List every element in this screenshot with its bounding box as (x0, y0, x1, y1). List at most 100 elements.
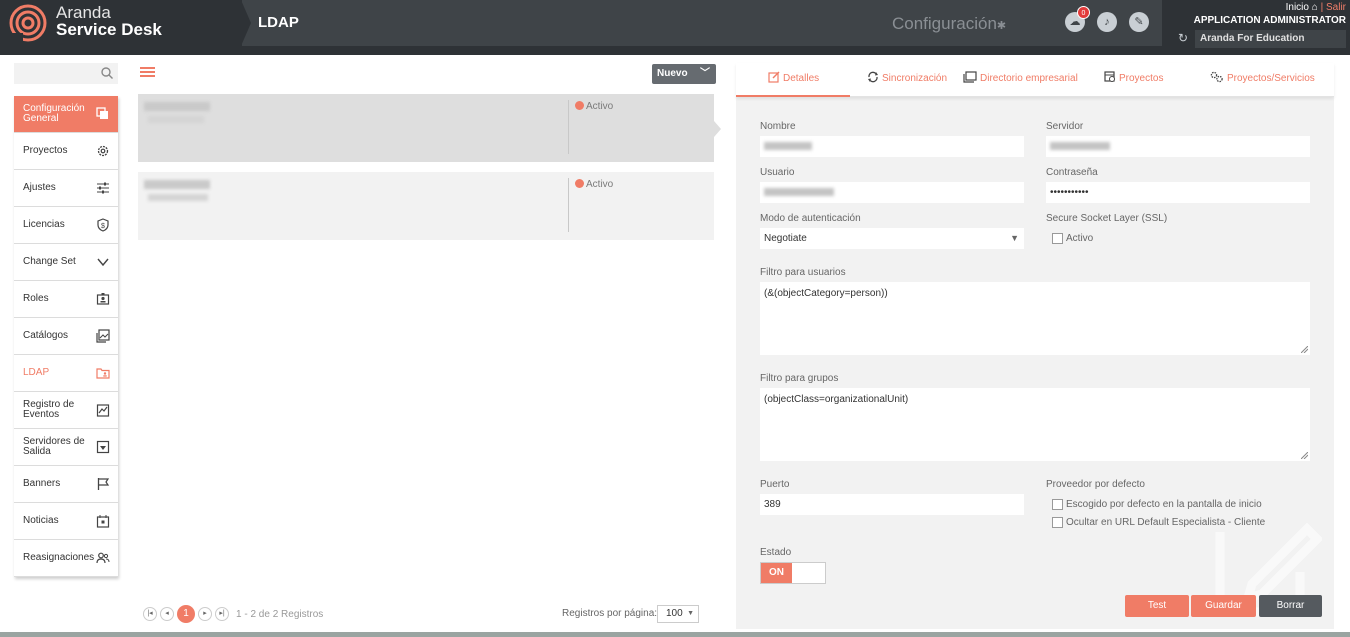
sidebar-item-banners[interactable]: Banners (14, 466, 118, 503)
magic-wand-icon[interactable]: ✎ (1129, 12, 1149, 32)
flag-icon (97, 478, 110, 490)
dropdown-arrow-icon: ▼ (687, 610, 694, 617)
usuario-field[interactable] (760, 182, 1024, 203)
checkbox-box[interactable] (1052, 233, 1063, 244)
folder-user-icon (96, 368, 110, 379)
per-page-label: Registros por página: (562, 608, 658, 619)
sidebar-item-catalogos[interactable]: Catálogos (14, 318, 118, 355)
page-title: LDAP (258, 14, 299, 31)
puerto-field[interactable]: 389 (760, 494, 1024, 515)
sidebar-item-noticias[interactable]: Noticias (14, 503, 118, 540)
proveedor-default-checkbox[interactable]: Escogido por defecto en la pantalla de i… (1052, 499, 1262, 510)
edit-icon (768, 71, 780, 83)
gear-icon: ✱ (996, 20, 1007, 32)
sidebar-item-change-set[interactable]: Change Set (14, 244, 118, 281)
project-icon (1104, 71, 1115, 82)
estado-toggle[interactable]: ON (760, 562, 826, 584)
pagination: |◂ ◂ 1 ▸ ▸| 1 - 2 de 2 Registros (143, 605, 323, 623)
hamburger-menu-icon[interactable] (140, 67, 155, 78)
bell-icon[interactable]: ♪ (1097, 12, 1117, 32)
nombre-field[interactable] (760, 136, 1024, 157)
gallery-icon (96, 329, 110, 343)
sidebar-item-configuracion-general[interactable]: Configuración General (14, 96, 118, 133)
top-header: Aranda Service Desk LDAP Configuración✱ … (0, 0, 1350, 55)
proveedor-label: Proveedor por defecto (1046, 479, 1145, 490)
id-badge-icon (96, 293, 110, 305)
tab-sincronizacion[interactable]: Sincronización (867, 63, 947, 97)
resize-grip-icon[interactable] (1301, 346, 1308, 353)
cloud-upload-icon[interactable]: ☁ 0 (1065, 6, 1090, 32)
tab-directorio-empresarial[interactable]: Directorio empresarial (963, 63, 1078, 97)
list-item[interactable]: Activo (138, 94, 714, 162)
servidor-field[interactable] (1046, 136, 1310, 157)
search-icon[interactable] (100, 66, 114, 80)
detail-tabs: Detalles Sincronización Directorio empre… (736, 63, 1334, 97)
sidebar-item-ajustes[interactable]: Ajustes (14, 170, 118, 207)
ssl-checkbox[interactable]: Activo (1052, 233, 1093, 244)
ssl-label: Secure Socket Layer (SSL) (1046, 213, 1168, 224)
last-page-button[interactable]: ▸| (215, 607, 229, 621)
notification-badge: 0 (1077, 6, 1090, 19)
current-page[interactable]: 1 (177, 605, 195, 623)
status-badge: Activo (575, 101, 613, 112)
sidebar-item-ldap[interactable]: LDAP (14, 355, 118, 392)
aranda-logo-icon (9, 4, 47, 42)
dropdown-arrow-icon: ▼ (1010, 233, 1019, 243)
brand-bottom: Service Desk (56, 20, 162, 39)
gear-icon (97, 145, 109, 157)
brand-top: Aranda (56, 3, 111, 22)
download-box-icon (96, 440, 110, 454)
status-badge: Activo (575, 179, 613, 190)
usuario-label: Usuario (760, 167, 795, 178)
prev-page-button[interactable]: ◂ (160, 607, 174, 621)
organization-selector[interactable]: Aranda For Education (1195, 30, 1346, 48)
modo-autenticacion-select[interactable]: Negotiate ▼ (760, 228, 1024, 249)
filtro-usuarios-label: Filtro para usuarios (760, 267, 846, 278)
sidebar-search-input[interactable] (14, 63, 118, 84)
sidebar-item-reasignaciones[interactable]: Reasignaciones (14, 540, 118, 577)
selection-pointer (714, 121, 721, 137)
sidebar-item-servidores-de-salida[interactable]: Servidores de Salida (14, 429, 118, 466)
svg-text:$: $ (101, 223, 105, 230)
nombre-label: Nombre (760, 121, 796, 132)
tab-proyectos-servicios[interactable]: Proyectos/Servicios (1210, 63, 1315, 97)
guardar-button[interactable]: Guardar (1191, 595, 1256, 617)
filtro-usuarios-textarea[interactable]: (&(objectCategory=person)) (760, 282, 1310, 355)
filtro-grupos-textarea[interactable]: (objectClass=organizationalUnit) (760, 388, 1310, 461)
redacted-name (144, 102, 210, 111)
copy-icon (96, 107, 108, 119)
chart-icon (96, 404, 110, 417)
sidebar-item-proyectos[interactable]: Proyectos (14, 133, 118, 170)
per-page-select[interactable]: 100 ▼ (657, 605, 699, 623)
sidebar-item-licencias[interactable]: Licencias $ (14, 207, 118, 244)
tab-proyectos[interactable]: Proyectos (1104, 63, 1163, 97)
next-page-button[interactable]: ▸ (198, 607, 212, 621)
sidebar-item-registro-de-eventos[interactable]: Registro de Eventos (14, 392, 118, 429)
redacted-server (148, 194, 208, 201)
new-button[interactable]: Nuevo ﹀ (652, 64, 716, 84)
checkbox-box[interactable] (1052, 499, 1063, 510)
first-page-button[interactable]: |◂ (143, 607, 157, 621)
checkbox-box[interactable] (1052, 517, 1063, 528)
redacted-name (144, 180, 210, 189)
test-button[interactable]: Test (1125, 595, 1189, 617)
inicio-link[interactable]: Inicio (1286, 2, 1309, 13)
home-icon[interactable]: ⌂ (1312, 2, 1318, 13)
sync-icon (868, 71, 878, 83)
refresh-icon[interactable]: ↻ (1178, 31, 1188, 45)
resize-grip-icon[interactable] (1301, 452, 1308, 459)
salir-link[interactable]: Salir (1326, 2, 1346, 13)
gears-icon (1210, 71, 1223, 83)
list-item[interactable]: Activo (138, 172, 714, 240)
borrar-button[interactable]: Borrar (1259, 595, 1322, 617)
sidebar-menu: Configuración General Proyectos Ajustes … (14, 96, 118, 577)
tab-detalles[interactable]: Detalles (736, 63, 850, 97)
chevron-down-icon (97, 258, 109, 267)
redacted-server (148, 116, 204, 123)
contrasena-field[interactable]: ••••••••••• (1046, 182, 1310, 203)
filtro-grupos-label: Filtro para grupos (760, 373, 839, 384)
sidebar-item-roles[interactable]: Roles (14, 281, 118, 318)
bottom-bar (0, 632, 1350, 637)
shield-icon: $ (97, 218, 109, 232)
puerto-label: Puerto (760, 479, 790, 490)
